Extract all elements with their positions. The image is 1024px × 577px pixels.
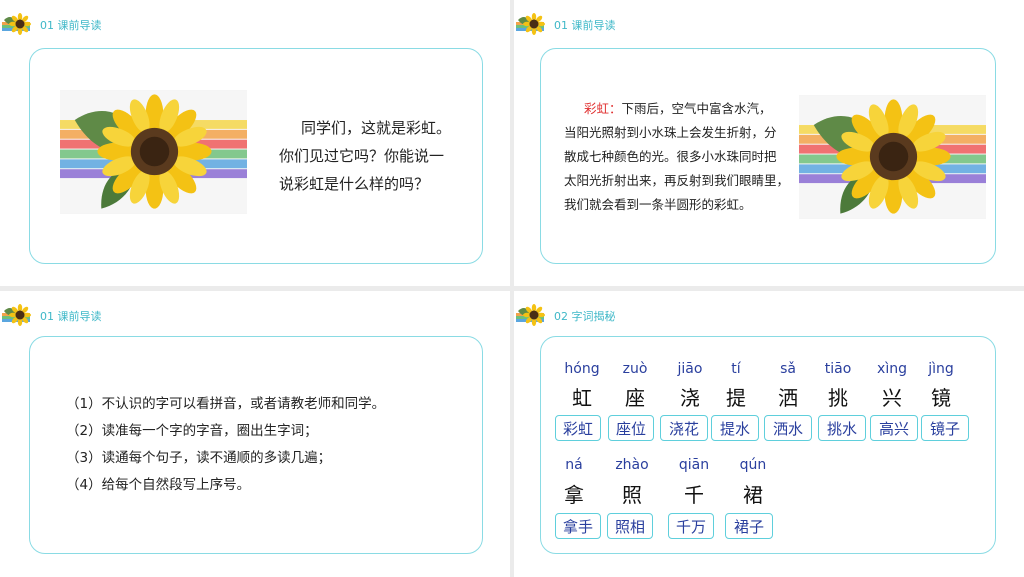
list-item: （4）给每个自然段写上序号。 — [66, 477, 251, 493]
pinyin: xìng — [877, 361, 907, 377]
slide-header: 01 课前导读 — [516, 12, 616, 38]
text-line: 太阳光折射出来，再反射到我们眼睛里， — [564, 173, 790, 188]
word-box[interactable]: 座位 — [608, 415, 654, 441]
hanzi: 虹 — [572, 386, 592, 410]
word-box[interactable]: 裙子 — [725, 513, 773, 539]
sunflower-rainbow-image — [60, 90, 247, 214]
word-box[interactable]: 高兴 — [870, 415, 918, 441]
list-item: （3）读通每个句子，读不通顺的多读几遍； — [66, 450, 332, 466]
list-item: （2）读准每一个字的字音，圈出生字词； — [66, 423, 318, 439]
reading-instructions: （1）不认识的字可以看拼音，或者请教老师和同学。 （2）读准每一个字的字音，圈出… — [66, 391, 385, 499]
pinyin: zhào — [615, 457, 649, 473]
word-box[interactable]: 照相 — [607, 513, 653, 539]
intro-text: 同学们，这就是彩虹。 你们见过它吗？你能说一 说彩虹是什么样的吗？ — [279, 114, 469, 198]
sunflower-logo-icon — [2, 13, 31, 35]
section-title: 01 课前导读 — [554, 19, 616, 32]
word-box[interactable]: 千万 — [668, 513, 714, 539]
word-box[interactable]: 浇花 — [660, 415, 708, 441]
hanzi: 拿 — [564, 483, 584, 507]
hanzi: 兴 — [882, 386, 902, 410]
hanzi: 洒 — [778, 386, 798, 410]
text-line: 同学们，这就是彩虹。 — [301, 119, 452, 137]
slide-header: 01 课前导读 — [2, 12, 102, 38]
slide-1[interactable]: 01 课前导读 同学们，这就是彩虹。 你们见过它吗？你能说一 说彩虹是什么样的吗… — [0, 0, 510, 286]
section-title: 01 课前导读 — [40, 310, 102, 323]
section-title: 02 字词揭秘 — [554, 310, 616, 323]
sunflower-logo-icon — [516, 13, 545, 35]
text-line: 当阳光照射到小水珠上会发生折射，分 — [564, 125, 777, 140]
slide-4[interactable]: 02 字词揭秘 hóng zuò jiāo tí sǎ tiāo xìng jì… — [514, 291, 1024, 577]
hanzi: 镜 — [931, 386, 951, 410]
list-item: （1）不认识的字可以看拼音，或者请教老师和同学。 — [66, 396, 386, 412]
rainbow-definition: 彩虹：下雨后，空气中富含水汽， 当阳光照射到小水珠上会发生折射，分 散成七种颜色… — [564, 97, 799, 217]
word-box[interactable]: 挑水 — [818, 415, 866, 441]
hanzi: 裙 — [743, 483, 763, 507]
pinyin: jiāo — [677, 361, 703, 377]
pinyin: qiān — [678, 457, 710, 473]
text-line: 我们就会看到一条半圆形的彩虹。 — [564, 197, 752, 212]
hanzi: 千 — [684, 483, 704, 507]
word-box[interactable]: 提水 — [711, 415, 759, 441]
hanzi: 挑 — [828, 386, 848, 410]
word-box[interactable]: 拿手 — [555, 513, 601, 539]
slide-header: 01 课前导读 — [2, 303, 102, 329]
pinyin: qún — [739, 457, 767, 473]
word-box[interactable]: 镜子 — [921, 415, 969, 441]
section-title: 01 课前导读 — [40, 19, 102, 32]
hanzi: 照 — [622, 483, 642, 507]
pinyin: ná — [565, 457, 583, 473]
sunflower-logo-icon — [516, 304, 545, 326]
slide-3[interactable]: 01 课前导读 （1）不认识的字可以看拼音，或者请教老师和同学。 （2）读准每一… — [0, 291, 510, 577]
highlight-term: 彩虹： — [584, 101, 622, 116]
pinyin: tiāo — [824, 361, 852, 377]
pinyin: sǎ — [780, 361, 796, 377]
sunflower-rainbow-image — [799, 95, 986, 219]
text-line: 下雨后，空气中富含水汽， — [621, 101, 772, 116]
pinyin: jìng — [928, 361, 954, 377]
text-line: 你们见过它吗？你能说一 — [279, 147, 445, 165]
hanzi: 浇 — [680, 386, 700, 410]
hanzi: 座 — [625, 386, 645, 410]
slide-header: 02 字词揭秘 — [516, 303, 616, 329]
pinyin: tí — [731, 361, 741, 377]
pinyin: hóng — [564, 361, 600, 377]
text-line: 说彩虹是什么样的吗？ — [279, 175, 430, 193]
word-box[interactable]: 洒水 — [764, 415, 812, 441]
pinyin: zuò — [622, 361, 648, 377]
sunflower-logo-icon — [2, 304, 31, 326]
hanzi: 提 — [726, 386, 746, 410]
slide-2[interactable]: 01 课前导读 彩虹：下雨后，空气中富含水汽， 当阳光照射到小水珠上会发生折射，… — [514, 0, 1024, 286]
word-box[interactable]: 彩虹 — [555, 415, 601, 441]
text-line: 散成七种颜色的光。很多小水珠同时把 — [564, 149, 777, 164]
